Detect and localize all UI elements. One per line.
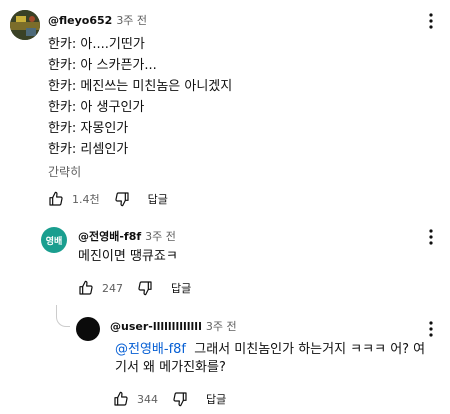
comment-reply-1: 영배 @전영배-f8f 3주 전 메진이면 땡큐죠ㅋ 247 답글 [0,220,450,305]
comment-text-line: 기서 왜 메가진화를? [115,360,226,375]
thumbs-up-icon[interactable] [78,280,94,296]
avatar[interactable]: 영배 [41,227,67,253]
reply-button[interactable]: 답글 [148,191,168,207]
reply-button[interactable]: 답글 [206,391,226,407]
thumbs-down-icon[interactable] [114,191,130,207]
reply-button[interactable]: 답글 [171,280,191,296]
comment-text-line: 한카: 자몽인가 [48,121,129,136]
mention-link[interactable]: @전영배-f8f [115,342,186,357]
comment-text-line: @전영배-f8f 그래서 미친놈인가 하는거지 ㅋㅋㅋ 어? 여 [115,341,425,359]
like-count: 344 [137,392,158,406]
avatar[interactable] [10,10,40,40]
comment-time[interactable]: 3주 전 [145,230,176,243]
more-options-button[interactable] [421,11,441,31]
comment-author[interactable]: @fleyo652 [48,14,112,27]
like-count: 1.4천 [72,193,100,206]
comment-text: 그래서 미친놈인가 하는거지 ㅋㅋㅋ 어? 여 [194,342,426,357]
more-vert-icon [429,321,433,337]
comment-header: @user-lllllllllllll 3주 전 [110,320,237,334]
comment-text-line: 한카: 리셈인가 [48,142,129,157]
avatar-initials: 영배 [45,236,63,247]
comment-author[interactable]: @user-lllllllllllll [110,320,202,333]
comment-actions: 247 답글 [78,279,191,297]
comment-text-line: 한카: 메진쓰는 미친놈은 아니겠지 [48,79,233,94]
avatar[interactable] [76,317,100,341]
comment-actions: 344 답글 [113,390,226,408]
comment-text-line: 한카: 아....기띤가 [48,37,145,52]
thumbs-down-icon[interactable] [172,391,188,407]
comment-1: @fleyo652 3주 전 한카: 아....기띤가 한카: 아 스카픈가...… [0,0,450,215]
thumbs-up-icon[interactable] [48,191,64,207]
comment-author[interactable]: @전영배-f8f [78,230,141,243]
show-less-button[interactable]: 간략히 [48,163,81,180]
more-vert-icon [429,229,433,245]
like-count: 247 [102,281,123,295]
comment-text-line: 한카: 아 스카픈가... [48,58,157,73]
more-options-button[interactable] [421,319,441,339]
comment-header: @전영배-f8f 3주 전 [78,230,176,244]
comment-header: @fleyo652 3주 전 [48,14,147,28]
more-vert-icon [429,13,433,29]
comment-reply-2: @user-lllllllllllll 3주 전 @전영배-f8f 그래서 미친놈… [0,312,450,414]
more-options-button[interactable] [421,227,441,247]
comment-actions: 1.4천 답글 [48,190,168,208]
comment-text-line: 한카: 아 생구인가 [48,100,145,115]
thumbs-up-icon[interactable] [113,391,129,407]
comment-text-line: 메진이면 땡큐죠ㅋ [78,249,178,264]
comment-time[interactable]: 3주 전 [206,320,237,333]
comment-time[interactable]: 3주 전 [116,14,147,27]
thumbs-down-icon[interactable] [137,280,153,296]
